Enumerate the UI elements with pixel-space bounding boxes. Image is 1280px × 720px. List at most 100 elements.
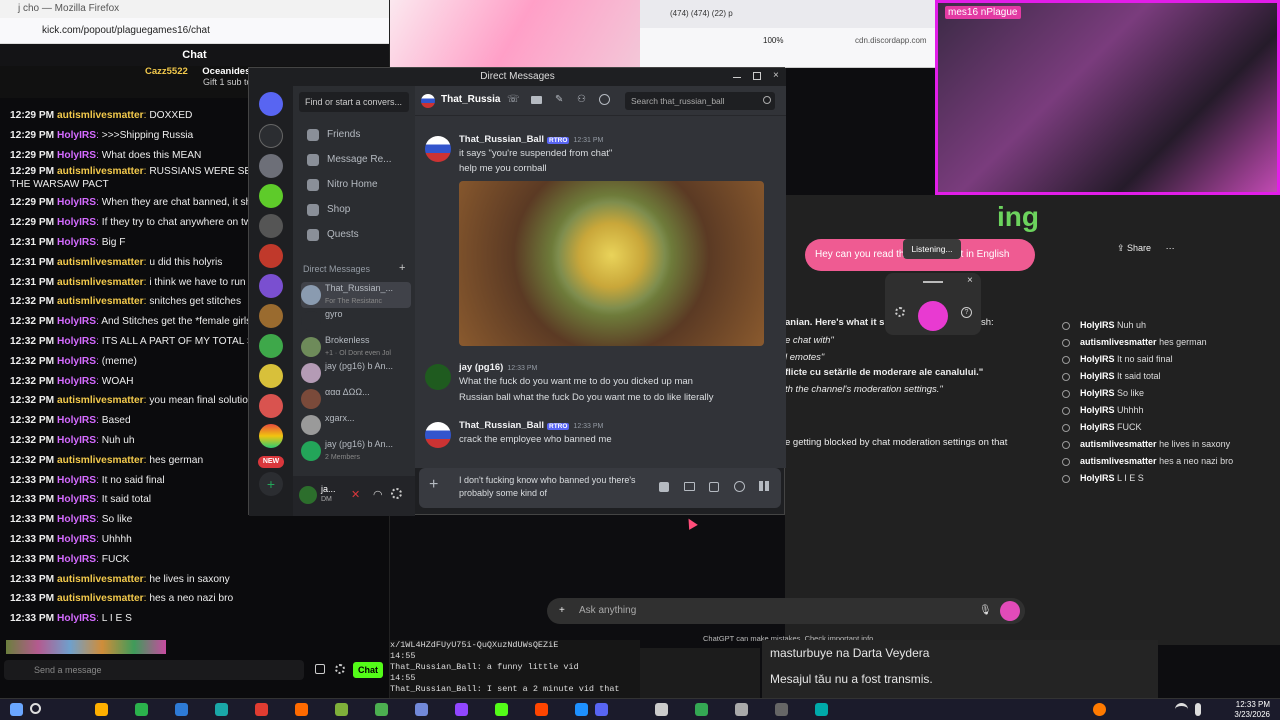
dm-item[interactable]: xgarx... — [301, 412, 411, 438]
system-clock[interactable]: 12:33 PM 3/23/2026 — [1234, 700, 1270, 720]
dm-item[interactable]: jay (pg16) b An... — [301, 360, 411, 386]
gift-icon[interactable] — [315, 664, 325, 674]
server-icon-2[interactable] — [259, 154, 283, 178]
tray-app-icon[interactable] — [1093, 703, 1106, 716]
address-bar[interactable]: cdn.discordapp.com — [855, 36, 927, 45]
server-icon-8[interactable] — [259, 334, 283, 358]
window-maximize-icon[interactable] — [753, 72, 761, 80]
dm-item[interactable]: ααα ΔΩΩ... — [301, 386, 411, 412]
nav-quests[interactable]: Quests — [307, 224, 407, 246]
taskbar-app-icon[interactable] — [735, 703, 748, 716]
message-username[interactable]: autismlivesmatter — [57, 166, 144, 177]
message-username[interactable]: HolyIRS — [57, 514, 96, 525]
message-username[interactable]: autismlivesmatter — [57, 257, 144, 268]
taskbar-app-icon[interactable] — [255, 703, 268, 716]
message-author[interactable]: That_Russian_Ball RTRO 12:31 PM — [459, 134, 603, 145]
voice-mode-button[interactable] — [1000, 601, 1020, 621]
find-conversation-input[interactable]: Find or start a convers... — [299, 92, 409, 112]
emoji-icon[interactable] — [734, 481, 745, 492]
taskbar-app-icon[interactable] — [575, 703, 588, 716]
discord-taskbar-icon[interactable] — [595, 703, 608, 716]
server-icon-4[interactable] — [259, 214, 283, 238]
message-username[interactable]: HolyIRS — [57, 130, 96, 141]
server-icon-7[interactable] — [259, 304, 283, 328]
message-username[interactable]: HolyIRS — [57, 475, 96, 486]
server-icon-6[interactable] — [259, 274, 283, 298]
message-username[interactable]: autismlivesmatter — [57, 296, 144, 307]
taskbar-app-icon[interactable] — [415, 703, 428, 716]
close-icon[interactable]: × — [967, 275, 973, 286]
add-server-icon[interactable]: + — [259, 472, 283, 496]
gift-icon[interactable] — [659, 482, 669, 492]
server-icon-mc[interactable] — [259, 124, 283, 148]
url-bar[interactable]: kick.com/popout/plaguegames16/chat — [0, 18, 389, 44]
microphone-icon[interactable]: 🎙 — [979, 598, 992, 624]
add-dm-icon[interactable]: + — [399, 262, 405, 274]
taskbar-app-icon[interactable] — [215, 703, 228, 716]
start-icon[interactable] — [10, 703, 23, 716]
user-avatar[interactable] — [299, 486, 317, 504]
profile-icon[interactable] — [599, 94, 610, 105]
taskbar-app-icon[interactable] — [695, 703, 708, 716]
nav-friends[interactable]: Friends — [307, 124, 407, 146]
search-input[interactable]: Search that_russian_ball — [625, 92, 775, 110]
composer-text[interactable]: I don't fucking know who banned you ther… — [459, 474, 659, 500]
ask-anything-input[interactable]: + Ask anything 🎙 — [547, 598, 1025, 624]
message-username[interactable]: HolyIRS — [57, 336, 96, 347]
message-username[interactable]: HolyIRS — [57, 534, 96, 545]
browser-tabs[interactable]: (474) (474) (22) p — [640, 0, 935, 28]
taskbar-app-icon[interactable] — [95, 703, 108, 716]
tray-volume-icon[interactable] — [1195, 703, 1201, 716]
dm-item[interactable]: Brokenless +1 · Ol Dont even Jol — [301, 334, 411, 360]
server-icon-11[interactable] — [259, 424, 283, 448]
add-friends-icon[interactable]: ⚇ — [577, 94, 586, 105]
server-icon-5[interactable] — [259, 244, 283, 268]
server-icon-10[interactable] — [259, 394, 283, 418]
message-composer[interactable]: + I don't fucking know who banned you th… — [419, 468, 781, 508]
window-minimize-icon[interactable] — [733, 77, 741, 78]
message-username[interactable]: HolyIRS — [57, 197, 96, 208]
message-username[interactable]: autismlivesmatter — [57, 455, 144, 466]
nav-message-requests[interactable]: Message Re... — [307, 149, 407, 171]
share-button[interactable]: ⇪ Share ⋯ — [1117, 243, 1175, 254]
corn-image-attachment[interactable] — [459, 181, 764, 346]
taskbar-app-icon[interactable] — [495, 703, 508, 716]
taskbar-app-icon[interactable] — [135, 703, 148, 716]
message-username[interactable]: HolyIRS — [57, 217, 96, 228]
pin-icon[interactable]: ✎ — [555, 94, 563, 105]
dm-item[interactable]: That_Russian_... For The Resistanc — [301, 282, 411, 308]
message-username[interactable]: autismlivesmatter — [57, 593, 144, 604]
message-username[interactable]: autismlivesmatter — [57, 277, 144, 288]
message-username[interactable]: HolyIRS — [57, 150, 96, 161]
window-close-icon[interactable]: × — [773, 70, 779, 81]
headphones-icon[interactable]: ◠ — [373, 488, 383, 501]
taskbar-app-icon[interactable] — [335, 703, 348, 716]
taskbar-app-icon[interactable] — [295, 703, 308, 716]
chat-send-button[interactable]: Chat — [353, 662, 383, 678]
more-options-icon[interactable]: ⋯ — [1166, 243, 1175, 253]
taskbar-app-icon[interactable] — [375, 703, 388, 716]
message-username[interactable]: HolyIRS — [57, 435, 96, 446]
call-icon[interactable]: ☏ — [507, 94, 520, 105]
taskbar-app-icon[interactable] — [655, 703, 668, 716]
minimize-bar-icon[interactable] — [923, 281, 943, 283]
video-call-icon[interactable] — [531, 96, 542, 104]
user-settings-gear-icon[interactable] — [391, 488, 402, 499]
dm-item[interactable]: jay (pg16) b An... 2 Members — [301, 438, 411, 464]
discord-home-icon[interactable] — [259, 92, 283, 116]
message-author[interactable]: That_Russian_Ball RTRO 12:33 PM — [459, 420, 603, 431]
message-username[interactable]: HolyIRS — [57, 494, 96, 505]
zoom-level[interactable]: 100% — [763, 36, 783, 45]
message-username[interactable]: autismlivesmatter — [57, 395, 144, 406]
message-username[interactable]: HolyIRS — [57, 376, 96, 387]
message-username[interactable]: autismlivesmatter — [57, 574, 144, 585]
server-icon-3[interactable] — [259, 184, 283, 208]
apps-icon[interactable] — [759, 481, 769, 491]
voice-settings-icon[interactable] — [895, 307, 905, 317]
send-message-input[interactable]: Send a message — [4, 660, 304, 680]
nav-shop[interactable]: Shop — [307, 199, 407, 221]
taskbar-app-icon[interactable] — [775, 703, 788, 716]
search-icon[interactable] — [30, 703, 41, 714]
message-username[interactable]: HolyIRS — [57, 356, 96, 367]
message-username[interactable]: autismlivesmatter — [57, 110, 144, 121]
